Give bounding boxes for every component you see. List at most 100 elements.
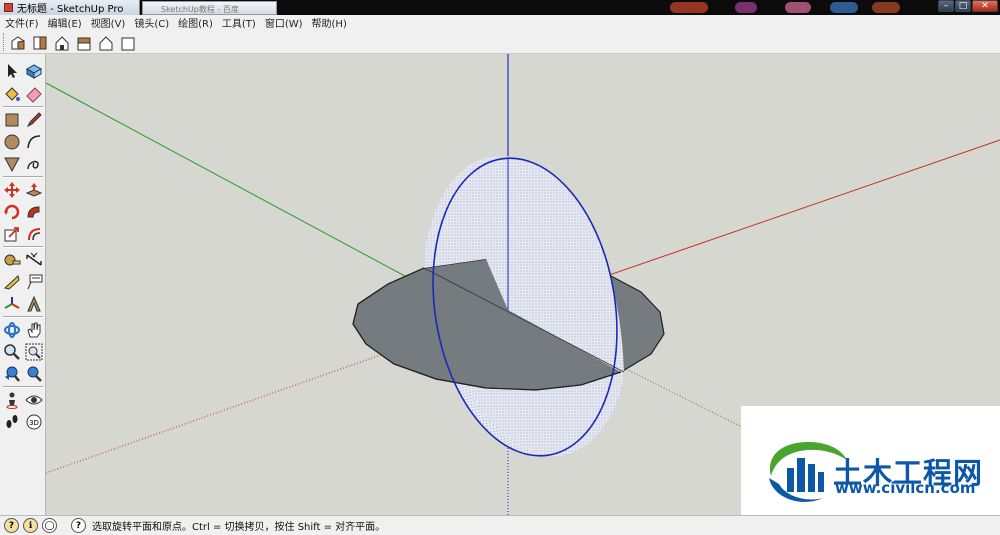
text-label-icon xyxy=(27,274,42,289)
menu-window[interactable]: 窗口(W) xyxy=(262,15,309,30)
push-pull-icon xyxy=(25,182,42,197)
zoom-window-icon xyxy=(25,343,42,360)
top-view-button[interactable] xyxy=(30,33,50,52)
zoom-window-tool[interactable] xyxy=(23,341,44,362)
offset-icon xyxy=(27,227,40,240)
right-view-icon xyxy=(77,37,91,50)
window-controls: – □ ✕ xyxy=(938,0,998,13)
taskbar-blur xyxy=(670,2,708,13)
svg-text:3D: 3D xyxy=(29,419,39,427)
follow-me-tool[interactable] xyxy=(23,201,44,222)
back-view-button[interactable] xyxy=(96,33,116,52)
axes-icon xyxy=(4,296,19,309)
tools-toolbar: 3D xyxy=(0,54,46,515)
window-tab-browser[interactable]: SketchUp教程 - 百度 xyxy=(142,1,277,15)
eraser-icon xyxy=(25,86,42,103)
walk-tool[interactable] xyxy=(1,411,22,432)
eraser-tool[interactable] xyxy=(23,83,44,104)
select-tool[interactable] xyxy=(1,60,22,81)
toolbar-separator xyxy=(3,316,43,318)
menu-help[interactable]: 帮助(H) xyxy=(309,15,353,30)
scale-tool[interactable] xyxy=(1,223,22,244)
orbit-tool[interactable] xyxy=(1,319,22,340)
menu-camera[interactable]: 镜头(C) xyxy=(131,15,175,30)
paint-bucket-tool[interactable] xyxy=(1,83,22,104)
section-plane-icon: 3D xyxy=(26,414,41,429)
front-view-button[interactable] xyxy=(52,33,72,52)
dimension-tool[interactable] xyxy=(23,249,44,270)
footprints-icon xyxy=(6,414,17,428)
previous-view-icon xyxy=(4,366,20,382)
rectangle-tool[interactable] xyxy=(1,109,22,130)
orbit-icon xyxy=(3,321,20,338)
hand-icon xyxy=(26,322,40,337)
follow-me-icon xyxy=(26,205,39,217)
menu-bar: 文件(F) 编辑(E) 视图(V) 镜头(C) 绘图(R) 工具(T) 窗口(W… xyxy=(0,15,1000,30)
arc-tool[interactable] xyxy=(23,131,44,152)
taskbar-blur xyxy=(735,2,757,13)
left-view-icon xyxy=(121,37,135,50)
position-camera-icon xyxy=(6,392,17,409)
left-view-button[interactable] xyxy=(118,33,138,52)
offset-tool[interactable] xyxy=(23,223,44,244)
toolbar-grip[interactable] xyxy=(3,33,6,51)
credits-icon[interactable]: ℹ xyxy=(23,518,38,533)
watermark-url: www.civilcn.com xyxy=(835,479,976,497)
axes-tool[interactable] xyxy=(1,293,22,314)
window-tab-active[interactable]: 无标题 - SketchUp Pro xyxy=(0,0,140,15)
circle-tool[interactable] xyxy=(1,131,22,152)
toolbar-separator xyxy=(3,106,43,108)
top-view-icon xyxy=(33,36,47,49)
move-tool[interactable] xyxy=(1,179,22,200)
menu-tools[interactable]: 工具(T) xyxy=(219,15,262,30)
freehand-tool[interactable] xyxy=(23,153,44,174)
arrow-cursor-icon xyxy=(7,63,17,78)
push-pull-tool[interactable] xyxy=(23,179,44,200)
minimize-button[interactable]: – xyxy=(938,0,954,12)
menu-file[interactable]: 文件(F) xyxy=(2,15,45,30)
3d-text-icon xyxy=(26,295,41,311)
position-camera-tool[interactable] xyxy=(1,389,22,410)
civilcn-watermark: 土木工程网 www.civilcn.com xyxy=(741,406,1000,515)
pencil-icon xyxy=(26,111,42,127)
rotate-tool[interactable] xyxy=(1,201,22,222)
iso-view-icon xyxy=(11,35,25,49)
help-icon[interactable]: ? xyxy=(71,518,86,533)
maximize-button[interactable]: □ xyxy=(955,0,971,12)
tape-measure-icon xyxy=(4,254,20,265)
3d-text-tool[interactable] xyxy=(23,293,44,314)
section-plane-tool[interactable]: 3D xyxy=(23,411,44,432)
taskbar-blur xyxy=(872,2,900,13)
close-button[interactable]: ✕ xyxy=(972,0,998,12)
make-component-tool[interactable] xyxy=(23,60,44,81)
paint-bucket-icon xyxy=(4,86,20,101)
rotate-icon xyxy=(3,204,19,219)
look-around-tool[interactable] xyxy=(23,389,44,410)
triangle-icon xyxy=(3,157,20,172)
zoom-extents-icon xyxy=(27,366,42,382)
arc-icon xyxy=(26,134,40,148)
previous-view-tool[interactable] xyxy=(1,363,22,384)
protractor-tool[interactable] xyxy=(1,271,22,292)
taskbar-blur xyxy=(830,2,858,13)
pan-tool[interactable] xyxy=(23,319,44,340)
geo-location-icon[interactable]: ? xyxy=(4,518,19,533)
text-tool[interactable] xyxy=(23,271,44,292)
iso-view-button[interactable] xyxy=(8,33,28,52)
menu-view[interactable]: 视图(V) xyxy=(88,15,132,30)
user-icon[interactable]: ◯ xyxy=(42,518,57,533)
title-bar: 无标题 - SketchUp Pro SketchUp教程 - 百度 – □ ✕ xyxy=(0,0,1000,15)
zoom-extents-tool[interactable] xyxy=(23,363,44,384)
menu-draw[interactable]: 绘图(R) xyxy=(175,15,219,30)
magnifier-icon xyxy=(3,343,20,360)
tape-measure-tool[interactable] xyxy=(1,249,22,270)
line-tool[interactable] xyxy=(23,109,44,130)
zoom-tool[interactable] xyxy=(1,341,22,362)
right-view-button[interactable] xyxy=(74,33,94,52)
menu-edit[interactable]: 编辑(E) xyxy=(45,15,88,30)
sketchup-app-icon xyxy=(4,3,13,12)
circle-icon xyxy=(4,134,19,149)
status-bar: ? ℹ ◯ ? 选取旋转平面和原点。Ctrl = 切换拷贝，按住 Shift =… xyxy=(0,515,1000,535)
rectangle-icon xyxy=(5,113,18,126)
polygon-tool[interactable] xyxy=(1,153,22,174)
